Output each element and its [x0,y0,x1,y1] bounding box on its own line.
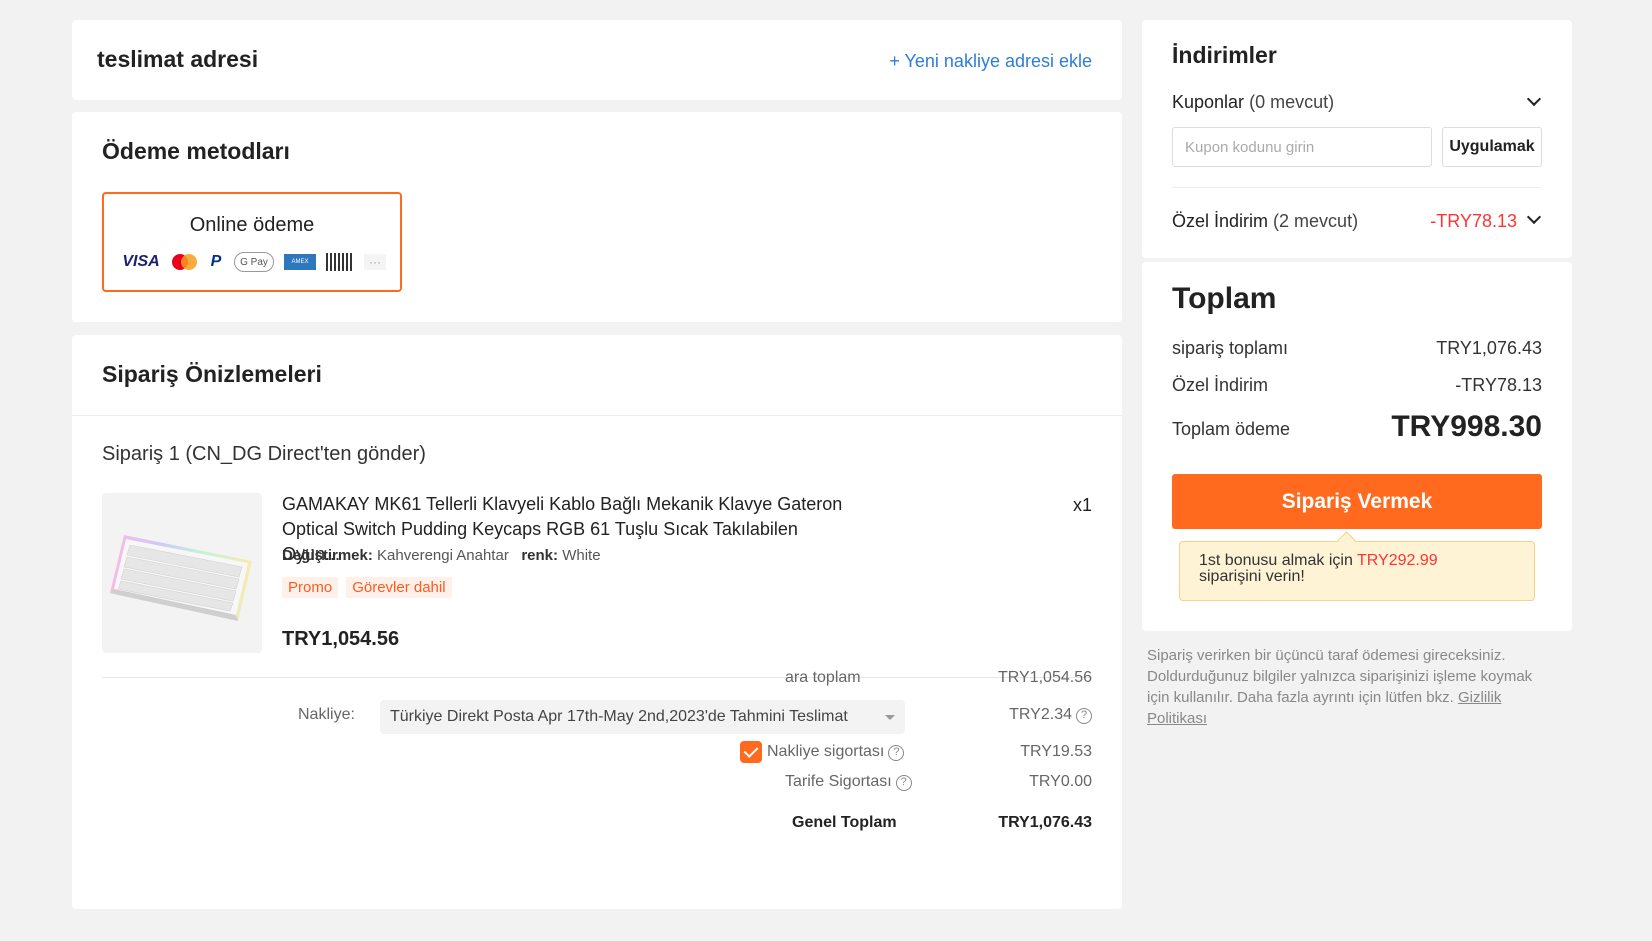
chevron-down-icon [885,715,895,720]
coupons-count: (0 mevcut) [1249,92,1335,112]
payment-methods-title: Ödeme metodları [102,138,290,164]
tariff-insurance-value: TRY0.00 [1029,773,1092,790]
shipping-insurance: Nakliye sigortası? [767,743,905,761]
tariff-insurance-label: Tarife Sigortası [785,773,892,790]
coupons-toggle[interactable]: Kuponlar (0 mevcut) [1172,92,1334,113]
grand-total-label: Genel Toplam [792,814,897,831]
special-discount-label: Özel İndirim [1172,375,1269,395]
shipping-insurance-checkbox[interactable] [740,741,762,763]
bonus-tip: 1st bonusu almak için TRY292.99 siparişi… [1179,541,1535,601]
online-payment-label: Online ödeme [189,214,315,236]
special-discount-value: -TRY78.13 [1455,375,1542,395]
totals-card: Toplam sipariş toplamı TRY1,076.43 Özel … [1142,262,1572,631]
shipping-insurance-value: TRY19.53 [1020,743,1092,760]
help-icon[interactable]: ? [888,745,905,761]
bonus-text-pre: 1st bonusu almak için [1199,552,1358,569]
boleto-barcode-icon [326,253,354,271]
third-party-payment-note: Sipariş verirken bir üçüncü taraf ödemes… [1147,645,1547,729]
payment-logos: VISA P G Pay AMEX ··· [120,252,386,272]
order-total-value: TRY1,076.43 [1436,338,1542,358]
more-methods-icon: ··· [364,254,386,270]
shipping-cost-value: TRY2.34 [1009,706,1072,723]
keyboard-image-icon [110,535,252,621]
chevron-down-icon[interactable] [1526,209,1542,225]
chevron-down-icon[interactable] [1526,91,1542,107]
divider [1172,187,1542,188]
google-pay-icon: G Pay [234,252,274,272]
paypal-icon: P [210,253,222,270]
delivery-address-card: teslimat adresi + Yeni nakliye adresi ek… [72,20,1122,100]
shipping-method-value: Türkiye Direkt Posta Apr 17th-May 2nd,20… [390,708,848,725]
online-payment-option[interactable]: Online ödeme VISA P G Pay AMEX ··· [102,192,402,292]
product-tags: Promo Görevler dahil [282,577,452,598]
product-image[interactable] [102,493,262,653]
totals-title: Toplam [1172,282,1277,315]
add-address-link[interactable]: + Yeni nakliye adresi ekle [889,51,1092,72]
attr-color-value: White [562,547,601,564]
attr-color-label: renk: [521,547,559,564]
special-discount-count: (2 mevcut) [1273,211,1359,231]
payable-label: Toplam ödeme [1172,419,1291,439]
order-header: Sipariş 1 (CN_DG Direct'ten gönder) [102,443,426,465]
discounts-title: İndirimler [1172,42,1277,68]
order-preview-title: Sipariş Önizlemeleri [102,361,322,387]
attr-switch-value: Kahverengi Anahtar [377,547,509,564]
help-icon[interactable]: ? [895,775,912,791]
attr-switch-label: Değiştirmek: [282,547,373,564]
visa-icon: VISA [122,253,160,270]
order-total-label: sipariş toplamı [1172,338,1289,358]
tasks-tag: Görevler dahil [346,577,452,598]
special-discount-value: -TRY78.13 [1430,211,1517,231]
place-order-button[interactable]: Sipariş Vermek [1172,474,1542,529]
payment-methods-card: Ödeme metodları Online ödeme VISA P G Pa… [72,112,1122,322]
discounts-card: İndirimler Kuponlar (0 mevcut) Uygulamak… [1142,20,1572,258]
coupons-label: Kuponlar [1172,92,1245,112]
tariff-insurance: Tarife Sigortası? [785,773,912,791]
bonus-text-post: siparişini verin! [1199,568,1305,585]
order-preview-card: Sipariş Önizlemeleri Sipariş 1 (CN_DG Di… [72,335,1122,909]
apply-coupon-button[interactable]: Uygulamak [1442,127,1542,167]
shipping-method-select[interactable]: Türkiye Direkt Posta Apr 17th-May 2nd,20… [380,700,905,734]
payable-value: TRY998.30 [1391,410,1542,443]
product-price: TRY1,054.56 [282,628,400,650]
amex-icon: AMEX [284,254,316,270]
divider [72,415,1122,416]
shipping-insurance-label: Nakliye sigortası [767,743,885,760]
help-icon[interactable]: ? [1076,708,1092,724]
subtotal-label: ara toplam [785,669,861,686]
grand-total-value: TRY1,076.43 [998,814,1092,831]
delivery-address-title: teslimat adresi [97,46,259,72]
product-quantity: x1 [1072,495,1092,515]
promo-tag: Promo [282,577,339,598]
special-discount-label: Özel İndirim [1172,211,1269,231]
coupon-code-input[interactable] [1172,127,1432,167]
shipping-cost: TRY2.34? [1009,706,1092,724]
bonus-amount: TRY292.99 [1357,552,1438,569]
special-discount-toggle[interactable]: Özel İndirim (2 mevcut) [1172,211,1358,232]
subtotal-value: TRY1,054.56 [998,669,1092,686]
mastercard-icon [172,254,198,270]
divider [102,677,1092,678]
product-attributes: Değiştirmek: Kahverengi Anahtar renk: Wh… [282,547,601,564]
shipping-label: Nakliye: [298,706,355,723]
